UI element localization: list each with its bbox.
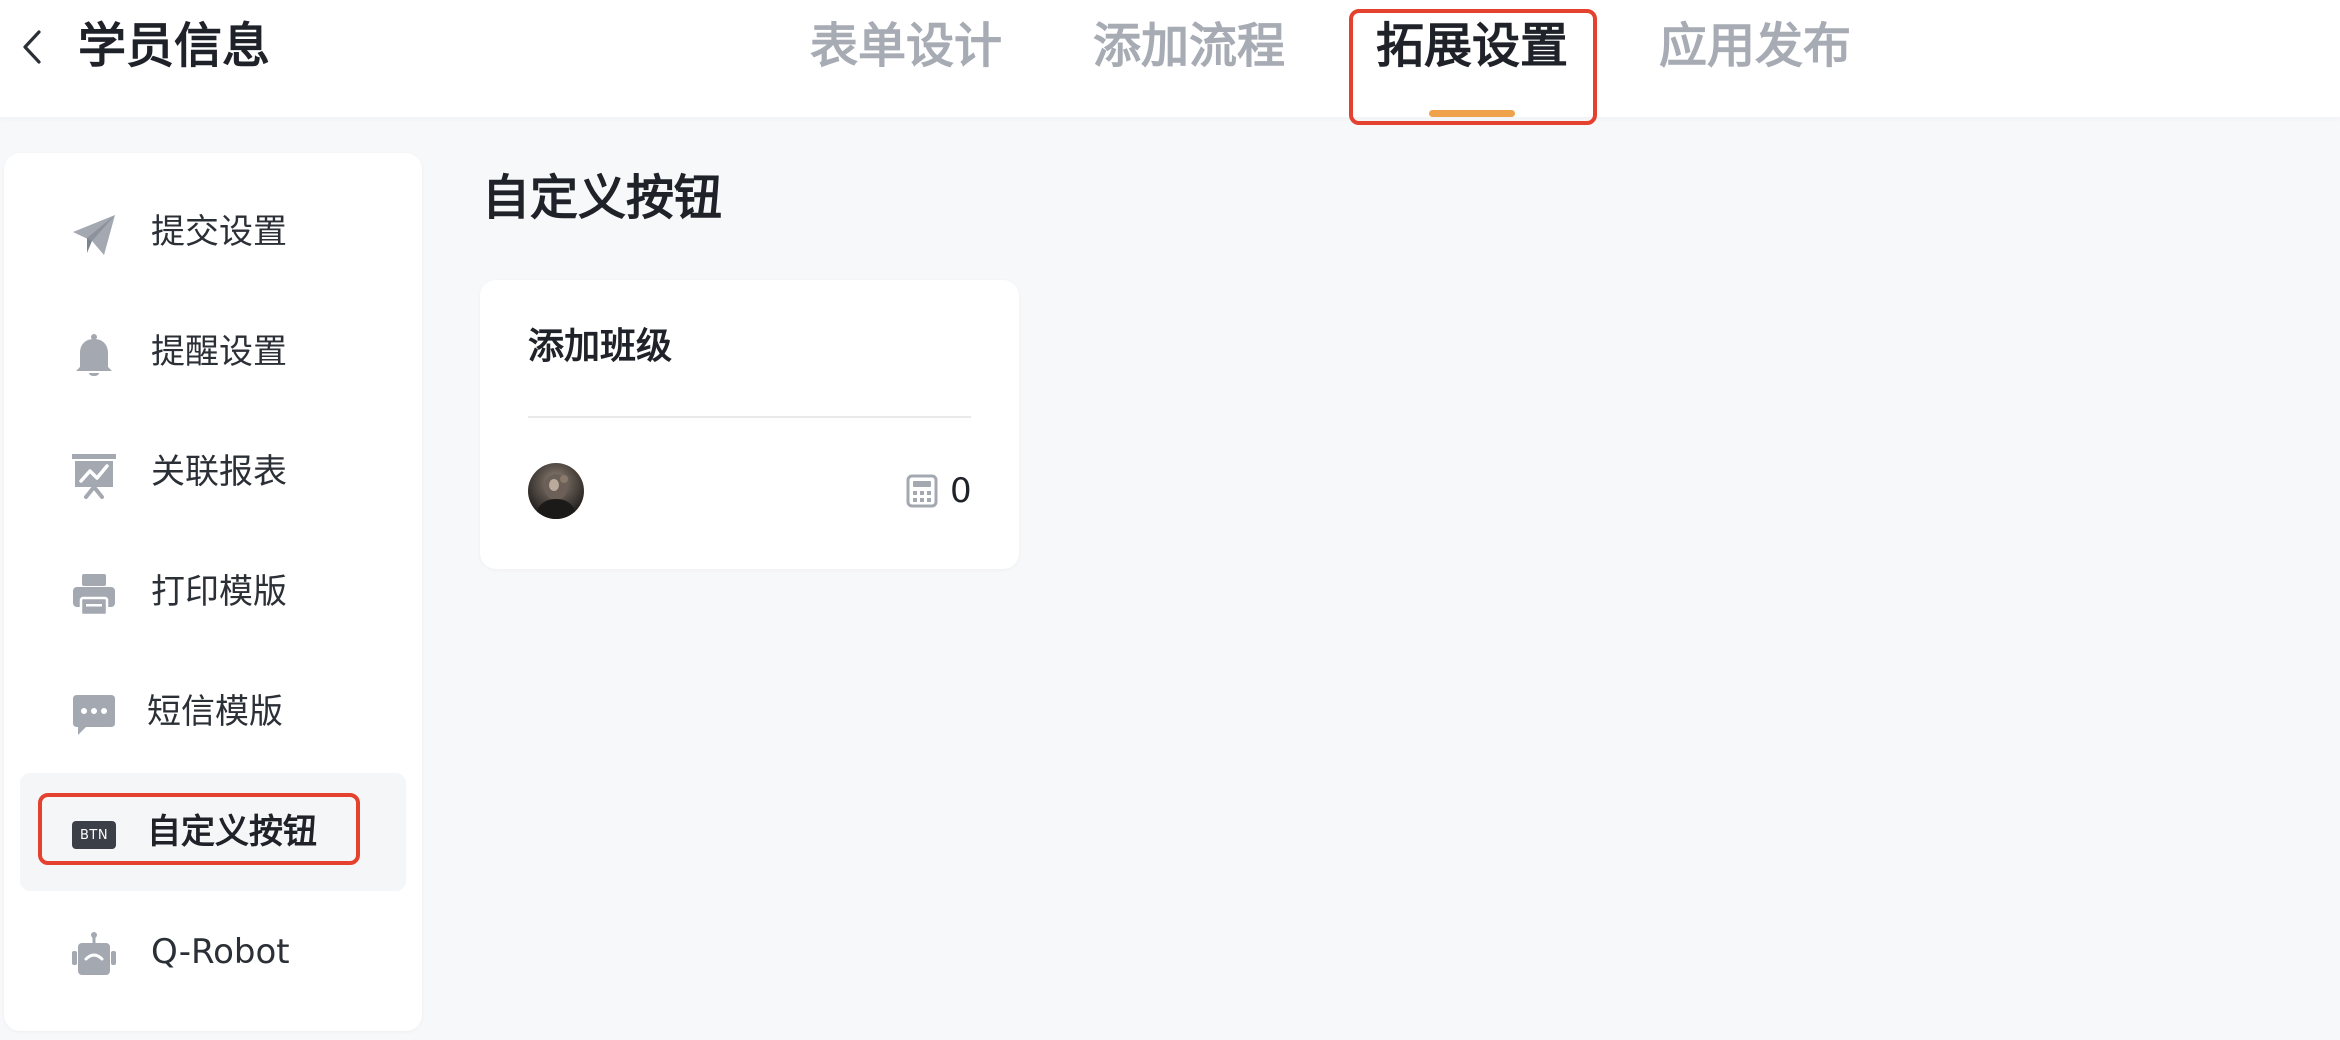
sidebar-item-custom-button[interactable]: BTN 自定义按钮 [20,773,406,891]
tab-app-publish[interactable]: 应用发布 [1659,12,1851,80]
sidebar-item-q-robot[interactable]: Q-Robot [20,893,406,1011]
sidebar-item-label: 提交设置 [151,212,287,252]
sidebar-item-print-template[interactable]: 打印模版 [20,533,406,651]
tab-form-design[interactable]: 表单设计 [810,12,1002,80]
usage-count: 0 [906,466,972,516]
btn-badge: BTN [72,821,116,849]
active-tab-indicator [1429,110,1515,117]
top-header: 学员信息 表单设计 添加流程 拓展设置 应用发布 [0,0,2340,125]
custom-button-card[interactable]: 添加班级 0 [480,280,1019,569]
btn-badge-icon: BTN [70,811,118,859]
sidebar-item-label: 打印模版 [151,572,287,612]
avatar [528,463,584,519]
calculator-icon [906,474,938,508]
sidebar-item-label: 自定义按钮 [147,812,317,852]
printer-icon [70,571,118,619]
sidebar-item-label: 提醒设置 [151,332,287,372]
tab-add-process[interactable]: 添加流程 [1093,12,1285,80]
robot-icon [70,931,118,979]
card-title: 添加班级 [528,326,673,367]
section-title: 自定义按钮 [482,170,723,226]
tab-bar: 表单设计 添加流程 拓展设置 应用发布 [0,0,2340,125]
sidebar-item-submit-settings[interactable]: 提交设置 [20,173,406,291]
settings-sidebar: 提交设置 提醒设置 关联报表 打印模版 短信模版 BTN 自定义按钮 Q-Rob… [4,153,422,1031]
bell-icon [70,331,118,379]
sidebar-item-sms-template[interactable]: 短信模版 [20,653,406,771]
paper-plane-icon [70,211,118,259]
card-divider [528,416,971,418]
sidebar-item-linked-report[interactable]: 关联报表 [20,413,406,531]
count-value: 0 [950,471,972,511]
tab-extension-settings[interactable]: 拓展设置 [1376,12,1568,80]
sidebar-item-label: 关联报表 [151,452,287,492]
sidebar-item-label: 短信模版 [147,692,283,732]
sidebar-item-label: Q-Robot [151,932,290,972]
report-board-icon [70,451,118,499]
sidebar-item-reminder-settings[interactable]: 提醒设置 [20,293,406,411]
message-icon [70,691,118,739]
